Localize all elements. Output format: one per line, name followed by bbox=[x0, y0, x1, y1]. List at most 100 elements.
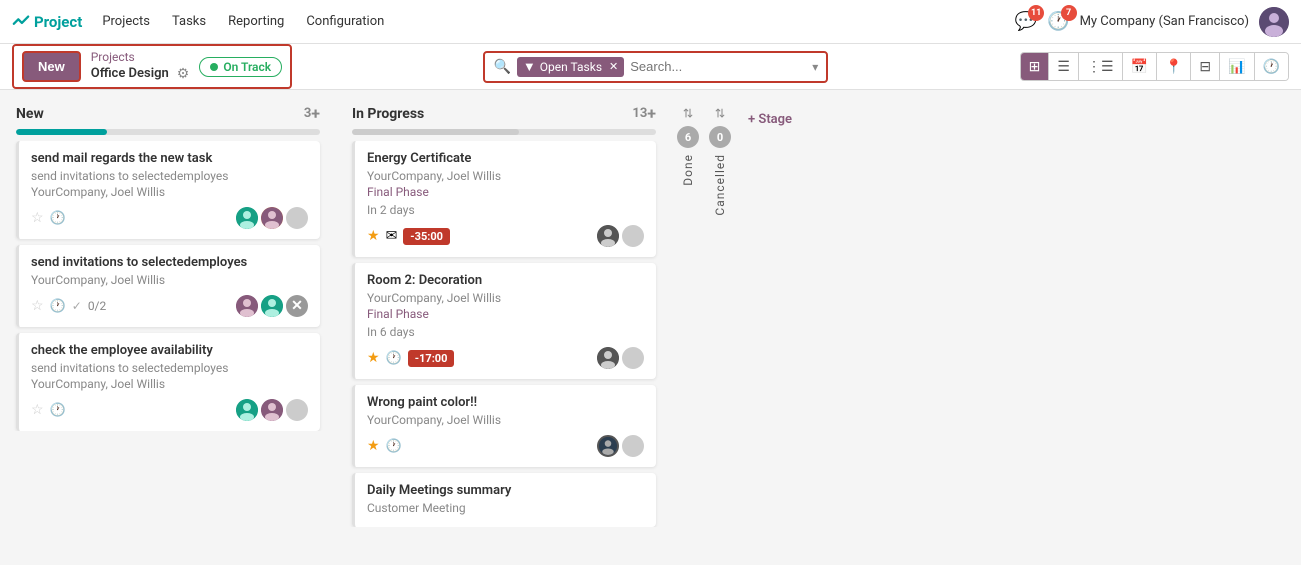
nav-tasks[interactable]: Tasks bbox=[170, 10, 208, 33]
card-deadline: In 2 days bbox=[367, 203, 644, 217]
clock-icon[interactable]: 🕐 bbox=[50, 403, 66, 418]
star-icon[interactable]: ★ bbox=[367, 228, 380, 244]
card-title: send mail regards the new task bbox=[31, 151, 308, 166]
clock-icon[interactable]: 🕐 bbox=[50, 299, 66, 314]
expand-icon: ⇄ bbox=[681, 108, 695, 118]
card-send-mail[interactable]: send mail regards the new task send invi… bbox=[16, 141, 320, 239]
card-daily-meetings[interactable]: Daily Meetings summary Customer Meeting bbox=[352, 473, 656, 527]
view-clock-button[interactable]: 🕐 bbox=[1255, 53, 1288, 80]
breadcrumb-project-link[interactable]: Projects bbox=[91, 50, 190, 66]
avatar-empty bbox=[622, 435, 644, 457]
column-inprogress-add-button[interactable]: + bbox=[647, 104, 656, 123]
card-title: send invitations to selectedemployes bbox=[31, 255, 308, 270]
star-icon[interactable]: ☆ bbox=[31, 298, 44, 314]
clock-icon[interactable]: 🕐 bbox=[386, 351, 402, 366]
view-list-button[interactable]: ☰ bbox=[1049, 53, 1079, 80]
column-new: New 3 + send mail regards the new task s… bbox=[8, 98, 328, 565]
search-bar: 🔍 ▼ Open Tasks ✕ ▾ bbox=[483, 51, 828, 83]
column-inprogress-title: In Progress bbox=[352, 106, 628, 122]
card-subtitle: Customer Meeting bbox=[367, 501, 644, 515]
messages-badge: 11 bbox=[1028, 5, 1044, 21]
card-footer: ☆ 🕐 ✓ 0/2 ✕ bbox=[31, 295, 308, 317]
card-room2-decoration[interactable]: Room 2: Decoration YourCompany, Joel Wil… bbox=[352, 263, 656, 379]
filter-close-button[interactable]: ✕ bbox=[609, 60, 618, 73]
card-title: Daily Meetings summary bbox=[367, 483, 644, 498]
view-list2-button[interactable]: ⋮☰ bbox=[1079, 53, 1123, 80]
avatar bbox=[597, 347, 619, 369]
search-input[interactable] bbox=[630, 59, 806, 74]
view-calendar-button[interactable]: 📅 bbox=[1123, 53, 1157, 80]
star-icon[interactable]: ★ bbox=[367, 350, 380, 366]
avatar bbox=[236, 207, 258, 229]
column-inprogress-cards: Energy Certificate YourCompany, Joel Wil… bbox=[344, 141, 664, 527]
view-chart-button[interactable]: 📊 bbox=[1220, 53, 1254, 80]
check-icon[interactable]: ✓ bbox=[72, 299, 82, 313]
avatar-empty bbox=[622, 225, 644, 247]
new-button[interactable]: New bbox=[22, 51, 81, 82]
card-title: Energy Certificate bbox=[367, 151, 644, 166]
clock-icon[interactable]: 🕐 bbox=[50, 211, 66, 226]
clock-icon[interactable]: 🕐 bbox=[386, 439, 402, 454]
card-tag: Final Phase bbox=[367, 307, 644, 321]
messages-button[interactable]: 💬 11 bbox=[1015, 11, 1037, 32]
column-new-add-button[interactable]: + bbox=[311, 104, 320, 123]
status-indicator bbox=[210, 63, 218, 71]
view-switcher: ⊞ ☰ ⋮☰ 📅 📍 ⊟ 📊 🕐 bbox=[1020, 52, 1289, 81]
card-company: YourCompany, Joel Willis bbox=[31, 185, 308, 199]
card-send-invitations[interactable]: send invitations to selectedemployes You… bbox=[16, 245, 320, 327]
breadcrumb-left-group: New Projects Office Design ⚙ On Track bbox=[12, 44, 292, 90]
status-badge[interactable]: On Track bbox=[199, 57, 282, 77]
card-avatars bbox=[597, 347, 644, 369]
mail-icon[interactable]: ✉ bbox=[386, 228, 398, 244]
avatar bbox=[261, 295, 283, 317]
card-footer: ☆ 🕐 bbox=[31, 207, 308, 229]
nav-projects[interactable]: Projects bbox=[100, 10, 152, 33]
add-stage-button[interactable]: + Stage bbox=[736, 98, 856, 565]
column-new-cards: send mail regards the new task send invi… bbox=[8, 141, 328, 431]
card-check-availability[interactable]: check the employee availability send inv… bbox=[16, 333, 320, 431]
view-kanban-button[interactable]: ⊞ bbox=[1021, 53, 1050, 80]
card-deadline: In 6 days bbox=[367, 325, 644, 339]
cancelled-count: 0 bbox=[709, 126, 731, 148]
card-avatars bbox=[597, 225, 644, 247]
column-inprogress-progress-fill bbox=[352, 129, 519, 135]
column-inprogress-header: In Progress 13 + bbox=[344, 98, 664, 129]
avatar-empty bbox=[286, 399, 308, 421]
search-dropdown-button[interactable]: ▾ bbox=[812, 60, 818, 74]
nav-reporting[interactable]: Reporting bbox=[226, 10, 286, 33]
card-subtitle: YourCompany, Joel Willis bbox=[367, 169, 644, 183]
activities-badge: 7 bbox=[1061, 5, 1077, 21]
card-energy-certificate[interactable]: Energy Certificate YourCompany, Joel Wil… bbox=[352, 141, 656, 257]
column-done-collapsed[interactable]: ⇄ 6 Done bbox=[672, 98, 704, 565]
column-new-progress bbox=[16, 129, 320, 135]
search-icon: 🔍 bbox=[493, 59, 510, 75]
settings-icon[interactable]: ⚙ bbox=[177, 65, 190, 83]
activities-button[interactable]: 🕐 7 bbox=[1047, 11, 1069, 32]
filter-tag[interactable]: ▼ Open Tasks ✕ bbox=[517, 57, 624, 77]
app-logo[interactable]: Project bbox=[12, 13, 82, 31]
avatar bbox=[261, 399, 283, 421]
star-icon[interactable]: ★ bbox=[367, 438, 380, 454]
column-new-header: New 3 + bbox=[8, 98, 328, 129]
view-map-button[interactable]: 📍 bbox=[1157, 53, 1191, 80]
card-subtitle: YourCompany, Joel Willis bbox=[367, 413, 644, 427]
nav-configuration[interactable]: Configuration bbox=[304, 10, 386, 33]
avatar bbox=[597, 225, 619, 247]
card-footer: ★ 🕐 -17:00 bbox=[367, 347, 644, 369]
column-new-count: 3 bbox=[304, 106, 311, 121]
card-wrong-paint[interactable]: Wrong paint color!! YourCompany, Joel Wi… bbox=[352, 385, 656, 467]
user-avatar[interactable] bbox=[1259, 7, 1289, 37]
company-name[interactable]: My Company (San Francisco) bbox=[1080, 14, 1249, 29]
card-avatars bbox=[597, 435, 644, 457]
card-footer: ★ ✉ -35:00 bbox=[367, 225, 644, 247]
subtask-count: 0/2 bbox=[88, 299, 106, 313]
view-grid-button[interactable]: ⊟ bbox=[1191, 53, 1220, 80]
star-icon[interactable]: ☆ bbox=[31, 210, 44, 226]
column-cancelled-collapsed[interactable]: ⇄ 0 Cancelled bbox=[704, 98, 736, 565]
card-subtitle: send invitations to selectedemployes bbox=[31, 169, 308, 183]
card-company: YourCompany, Joel Willis bbox=[31, 273, 308, 287]
star-icon[interactable]: ☆ bbox=[31, 402, 44, 418]
timer-badge: -17:00 bbox=[408, 350, 455, 367]
card-subtitle: YourCompany, Joel Willis bbox=[367, 291, 644, 305]
card-tag: Final Phase bbox=[367, 185, 644, 199]
